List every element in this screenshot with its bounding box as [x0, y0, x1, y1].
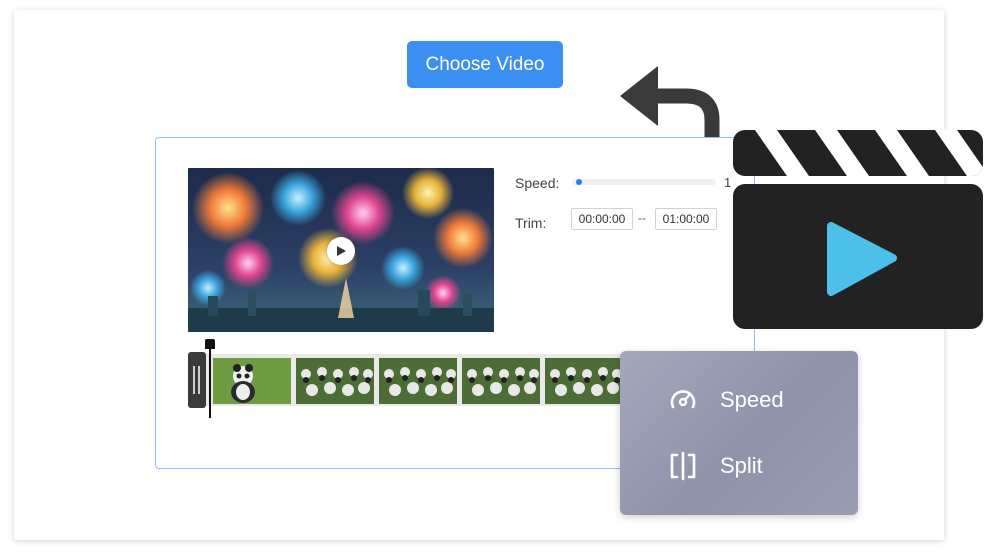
- speed-value: 1: [724, 175, 732, 190]
- timeline-frame: [462, 358, 540, 404]
- timeline-frame: [379, 358, 457, 404]
- split-icon: [670, 451, 696, 481]
- trim-end-field[interactable]: 01:00:00: [655, 208, 717, 230]
- timeline-frame: [545, 358, 623, 404]
- speed-label: Speed:: [515, 175, 560, 191]
- context-menu: Speed Split: [620, 351, 858, 515]
- timeline-frame: [296, 358, 374, 404]
- gauge-icon: [670, 390, 696, 409]
- playhead[interactable]: [209, 348, 211, 418]
- trim-start-field[interactable]: 00:00:00: [571, 208, 633, 230]
- menu-label-split: Split: [720, 453, 763, 478]
- trim-label: Trim:: [515, 215, 547, 231]
- play-button[interactable]: [327, 237, 355, 265]
- play-icon: [337, 246, 346, 256]
- speed-slider[interactable]: [572, 179, 716, 185]
- menu-item-split[interactable]: Split: [668, 451, 763, 481]
- menu-item-speed[interactable]: Speed: [668, 385, 784, 415]
- timeline-frame: [213, 358, 291, 404]
- trim-separator: --: [638, 211, 646, 225]
- clapperboard-icon: [733, 130, 983, 329]
- timeline-left-handle[interactable]: [188, 352, 206, 408]
- choose-video-button[interactable]: Choose Video: [407, 41, 563, 88]
- menu-label-speed: Speed: [720, 387, 784, 412]
